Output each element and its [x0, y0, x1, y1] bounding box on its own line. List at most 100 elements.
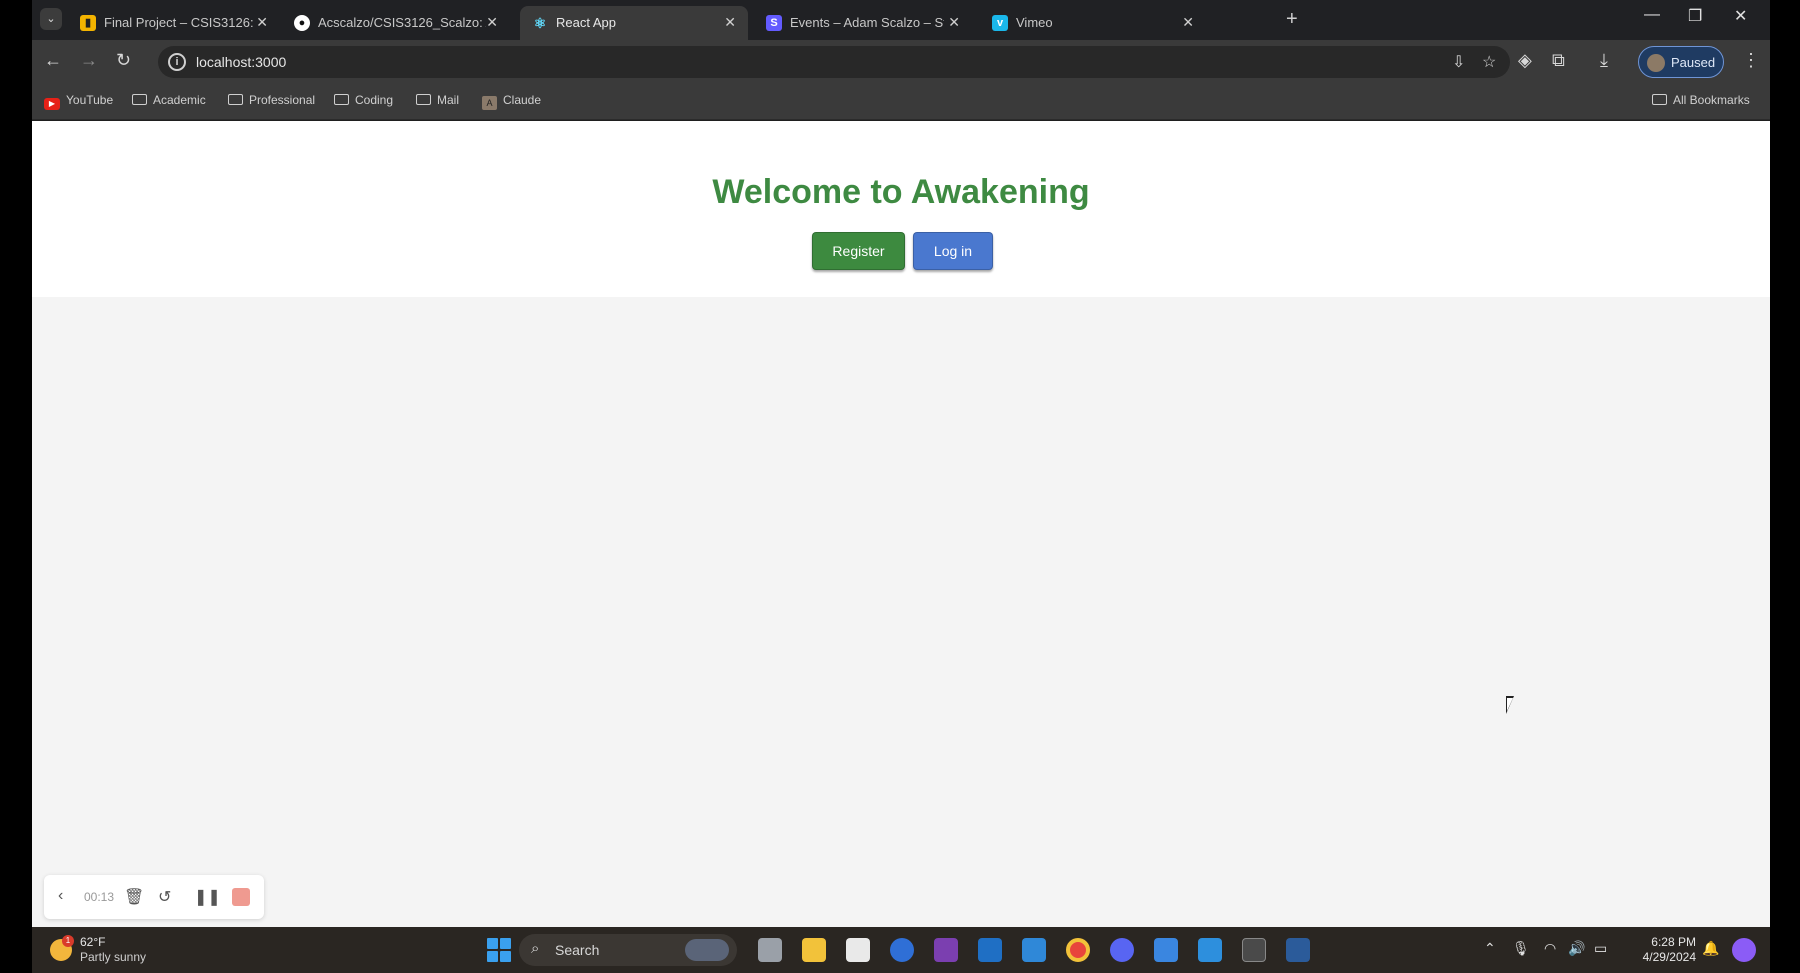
close-icon[interactable]: ✕ [256, 14, 268, 31]
store-icon[interactable] [846, 938, 870, 962]
notepad-icon[interactable] [1154, 938, 1178, 962]
search-icon: ⌕ [531, 940, 540, 957]
page-viewport: Welcome to Awakening Register Log in ‹ 0… [32, 121, 1770, 927]
pause-icon[interactable]: ❚❚ [194, 887, 221, 907]
page-title: Welcome to Awakening [712, 173, 1090, 211]
minimize-icon[interactable]: — [1644, 6, 1660, 24]
site-info-icon[interactable]: i [168, 53, 186, 71]
copilot-icon[interactable] [890, 938, 914, 962]
tab-final-project[interactable]: ▮ Final Project – CSIS3126: Desig ✕ [68, 6, 280, 40]
close-icon[interactable]: ✕ [1182, 14, 1194, 31]
tab-strip: ⌄ ▮ Final Project – CSIS3126: Desig ✕ ● … [32, 0, 1770, 40]
forward-icon[interactable]: → [80, 50, 98, 71]
close-icon[interactable]: ✕ [486, 14, 498, 31]
notification-badge: 1 [62, 935, 74, 947]
start-button[interactable] [487, 938, 511, 962]
browser-toolbar: ← → ↻ i localhost:3000 ⇩ ☆ ◈ ⧉ ⤓ Paused … [32, 40, 1770, 84]
folder-icon [334, 94, 349, 105]
tab-search-button[interactable]: ⌄ [40, 8, 62, 30]
discord-icon[interactable] [1110, 938, 1134, 962]
restore-icon[interactable]: ❐ [1688, 6, 1702, 26]
chevron-up-icon[interactable]: ⌃ [1484, 940, 1496, 957]
tab-title: React App [556, 15, 616, 30]
chrome-icon[interactable] [1066, 938, 1090, 962]
taskbar: 1 62°F Partly sunny ⌕ Search ⌃ 🎙 ◠ 🔊 ▭ 6… [32, 927, 1770, 973]
onenote-icon[interactable] [934, 938, 958, 962]
vimeo-icon: v [992, 15, 1008, 31]
close-icon[interactable]: ✕ [948, 14, 960, 31]
tab-vimeo[interactable]: v Vimeo ✕ [980, 6, 1206, 40]
app-icon[interactable] [1286, 938, 1310, 962]
chevron-left-icon[interactable]: ‹ [58, 887, 63, 905]
clock-date: 4/29/2024 [1642, 950, 1696, 964]
bookmark-coding[interactable]: Coding [334, 93, 393, 107]
address-bar[interactable]: i localhost:3000 ⇩ ☆ [158, 46, 1510, 78]
recording-time: 00:13 [84, 890, 115, 904]
notification-bell-icon[interactable]: 🔔 [1702, 940, 1719, 957]
copilot-tray-icon[interactable] [1732, 938, 1756, 962]
tab-react-app[interactable]: ⚛ React App ✕ [520, 6, 748, 40]
puzzle-icon[interactable]: ⧉ [1552, 50, 1565, 71]
folder-icon [228, 94, 243, 105]
react-icon: ⚛ [533, 15, 547, 31]
folder-icon [132, 94, 147, 105]
download-icon[interactable]: ⤓ [1600, 50, 1608, 71]
taskbar-search[interactable]: ⌕ Search [519, 934, 737, 966]
url-text: localhost:3000 [196, 54, 287, 70]
github-icon: ● [294, 15, 310, 31]
folder-icon [1652, 94, 1667, 105]
register-button[interactable]: Register [812, 232, 905, 270]
volume-icon[interactable]: 🔊 [1568, 940, 1585, 957]
search-label: Search [555, 942, 600, 958]
mail-icon[interactable] [1022, 938, 1046, 962]
bookmark-academic[interactable]: Academic [132, 93, 206, 107]
install-app-icon[interactable]: ⇩ [1452, 52, 1465, 72]
page-header: Welcome to Awakening Register Log in [32, 121, 1770, 297]
file-explorer-icon[interactable] [802, 938, 826, 962]
tab-title: Vimeo [1016, 15, 1053, 30]
new-tab-button[interactable]: + [1286, 8, 1298, 31]
tab-title: Acscalzo/CSIS3126_Scalzo: Awa [318, 15, 486, 30]
wifi-icon[interactable]: ◠ [1544, 940, 1556, 957]
all-bookmarks[interactable]: All Bookmarks [1652, 93, 1750, 107]
task-view-icon[interactable] [758, 938, 782, 962]
stripe-icon: S [766, 15, 782, 31]
weather-desc: Partly sunny [80, 950, 147, 964]
search-highlight-image [685, 939, 729, 961]
folder-icon [416, 94, 431, 105]
menu-icon[interactable]: ⋮ [1742, 50, 1760, 71]
back-icon[interactable]: ← [44, 50, 62, 71]
vscode-icon[interactable] [1198, 938, 1222, 962]
battery-icon[interactable]: ▭ [1594, 940, 1607, 957]
bookmarks-bar: ▶ YouTube Academic Professional Coding Ma… [32, 84, 1770, 120]
terminal-icon[interactable] [1242, 938, 1266, 962]
outlook-icon[interactable] [978, 938, 1002, 962]
close-window-icon[interactable]: ✕ [1734, 6, 1747, 26]
reload-icon[interactable]: ↻ [116, 50, 131, 71]
profile-button[interactable]: Paused [1638, 46, 1724, 78]
login-button[interactable]: Log in [913, 232, 993, 270]
tab-title: Final Project – CSIS3126: Desig [104, 15, 254, 30]
mouse-cursor-icon [1506, 696, 1514, 714]
tab-stripe[interactable]: S Events – Adam Scalzo – Stripe [ ✕ [754, 6, 972, 40]
youtube-icon: ▶ [44, 98, 60, 110]
bookmark-claude[interactable]: A Claude [482, 93, 541, 110]
weather-temp: 62°F [80, 935, 106, 949]
screen-recorder-controls: ‹ 00:13 🗑 ↺ ❚❚ [44, 875, 264, 919]
restart-icon[interactable]: ↺ [158, 887, 171, 907]
tab-title: Events – Adam Scalzo – Stripe [ [790, 15, 944, 30]
screen: ⌄ ▮ Final Project – CSIS3126: Desig ✕ ● … [32, 0, 1770, 973]
stop-recording-button[interactable] [232, 888, 250, 906]
bookmark-star-icon[interactable]: ☆ [1482, 52, 1496, 72]
extension-icon[interactable]: ◈ [1518, 50, 1532, 71]
trash-icon[interactable]: 🗑 [124, 887, 144, 907]
close-icon[interactable]: ✕ [724, 14, 736, 31]
clock[interactable]: 6:28 PM 4/29/2024 [1626, 935, 1696, 965]
clock-time: 6:28 PM [1651, 935, 1696, 949]
bookmark-youtube[interactable]: ▶ YouTube [44, 93, 113, 110]
tab-github[interactable]: ● Acscalzo/CSIS3126_Scalzo: Awa ✕ [282, 6, 510, 40]
chart-icon: ▮ [80, 15, 96, 31]
bookmark-mail[interactable]: Mail [416, 93, 459, 107]
microphone-icon[interactable]: 🎙 [1512, 940, 1530, 957]
bookmark-professional[interactable]: Professional [228, 93, 315, 107]
